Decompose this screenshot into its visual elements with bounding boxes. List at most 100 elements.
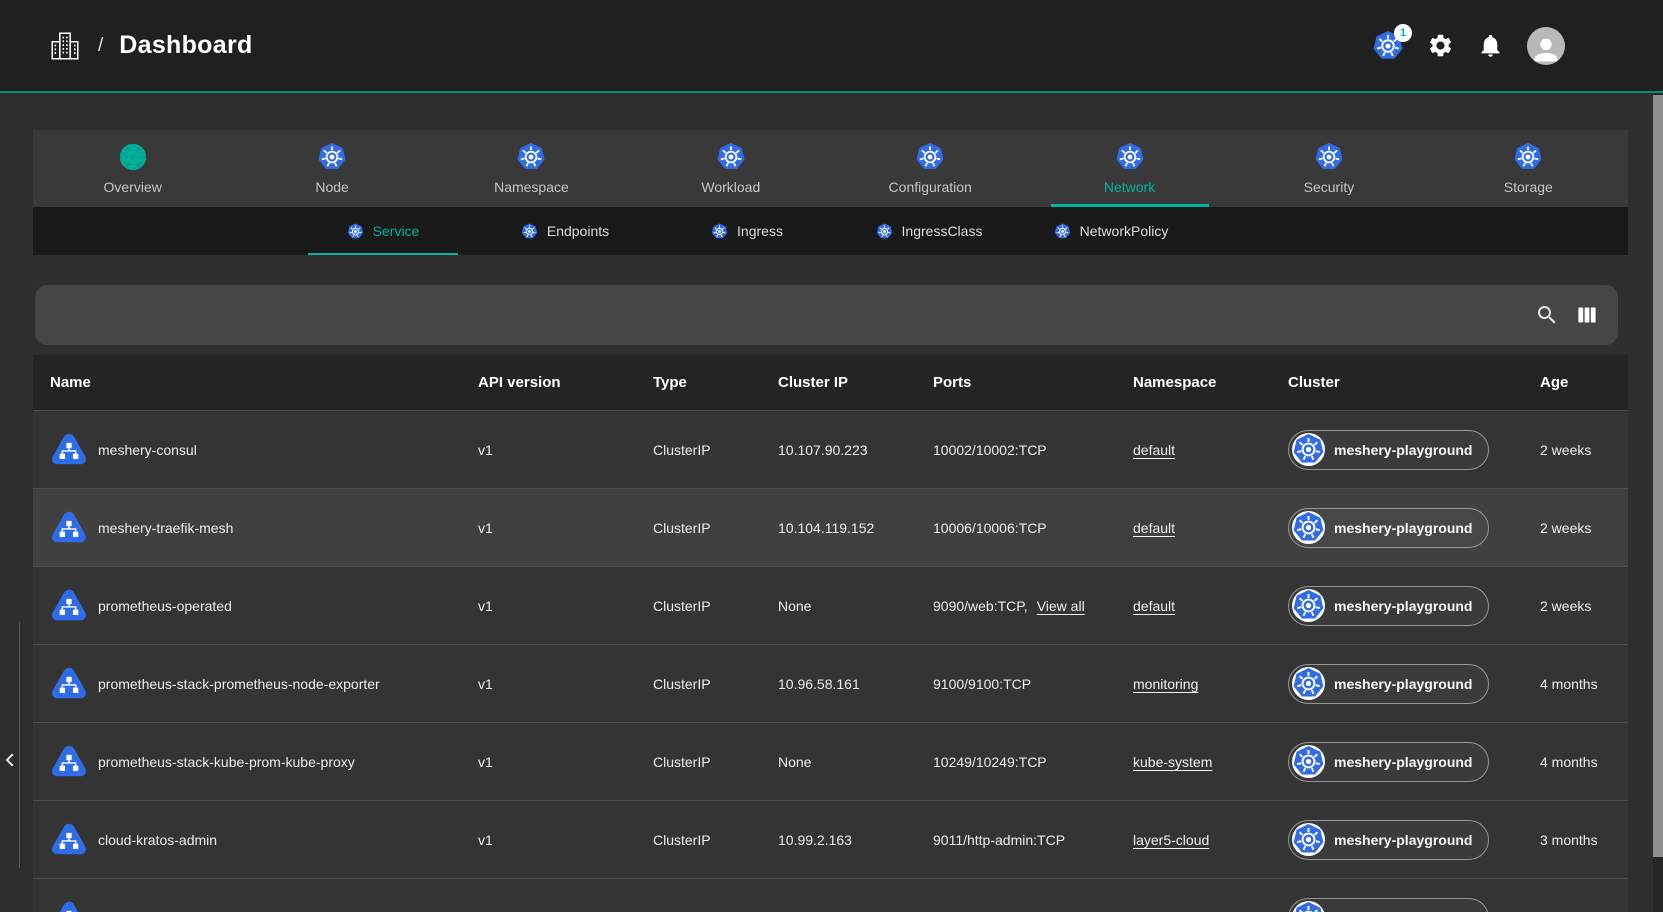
kubernetes-icon <box>1115 142 1145 172</box>
age-cell: 4 months <box>1540 676 1628 692</box>
resource-tab[interactable]: Namespace <box>432 130 631 207</box>
resource-tab-label: Security <box>1304 179 1355 195</box>
table-header-row: NameAPI versionTypeCluster IPPortsNamesp… <box>33 355 1628 410</box>
ports-value: 10006/10006:TCP <box>933 520 1047 536</box>
kubernetes-context-button[interactable]: 1 <box>1372 30 1404 62</box>
resource-tab[interactable]: Configuration <box>831 130 1030 207</box>
column-header-ports[interactable]: Ports <box>933 374 1133 391</box>
sub-tab[interactable]: Service <box>292 207 474 255</box>
organization-building-icon[interactable] <box>48 29 82 63</box>
service-name: prometheus-stack-prometheus-node-exporte… <box>98 676 380 692</box>
service-icon <box>50 665 88 703</box>
resource-tab-icon <box>1513 142 1543 172</box>
table-body: meshery-consul v1 ClusterIP 10.107.90.22… <box>33 410 1628 912</box>
api-version-cell: v1 <box>478 520 653 536</box>
search-icon[interactable] <box>1535 303 1559 327</box>
cluster-chip-label: meshery-playground <box>1334 754 1472 770</box>
kubernetes-icon <box>1054 223 1071 240</box>
cluster-ip-cell: 10.99.2.163 <box>778 832 933 848</box>
age-cell: 3 months <box>1540 832 1628 848</box>
namespace-cell: default <box>1133 442 1288 458</box>
table-row[interactable]: cloud-kratos-admin v1 ClusterIP 10.99.2.… <box>33 800 1628 878</box>
page-title: Dashboard <box>119 31 252 60</box>
sub-tab[interactable]: NetworkPolicy <box>1020 207 1202 255</box>
resource-tab[interactable]: Network <box>1030 130 1229 207</box>
user-avatar[interactable] <box>1527 27 1565 65</box>
cluster-chip[interactable]: meshery-playground <box>1288 820 1489 860</box>
namespace-link[interactable]: layer5-cloud <box>1133 832 1209 848</box>
namespace-link[interactable]: default <box>1133 598 1175 614</box>
column-header-namespace[interactable]: Namespace <box>1133 374 1288 391</box>
age-cell: 4 months <box>1540 754 1628 770</box>
sub-tabs: Service Endpoints Ingress IngressClass N… <box>33 207 1628 255</box>
resource-tab-icon <box>1314 142 1344 172</box>
table-row[interactable]: meshery meshery-playground <box>33 878 1628 912</box>
column-header-age[interactable]: Age <box>1540 374 1628 391</box>
header-accent-divider <box>0 91 1663 93</box>
ports-value: 9011/http-admin:TCP <box>933 832 1065 848</box>
cluster-chip[interactable]: meshery-playground <box>1288 508 1489 548</box>
table-row[interactable]: prometheus-stack-kube-prom-kube-proxy v1… <box>33 722 1628 800</box>
sub-tab-label: NetworkPolicy <box>1080 223 1169 239</box>
sub-tab[interactable]: IngressClass <box>838 207 1020 255</box>
view-all-ports-link[interactable]: View all <box>1037 598 1085 614</box>
column-header-name[interactable]: Name <box>33 374 478 391</box>
table-row[interactable]: meshery-traefik-mesh v1 ClusterIP 10.104… <box>33 488 1628 566</box>
namespace-link[interactable]: kube-system <box>1133 754 1212 770</box>
resource-tab[interactable]: Security <box>1229 130 1428 207</box>
namespace-link[interactable]: default <box>1133 520 1175 536</box>
resource-tab[interactable]: Storage <box>1429 130 1628 207</box>
table-row[interactable]: prometheus-stack-prometheus-node-exporte… <box>33 644 1628 722</box>
cluster-cell: meshery-playground <box>1288 898 1540 912</box>
sub-tab[interactable]: Ingress <box>656 207 838 255</box>
cluster-chip[interactable]: meshery-playground <box>1288 898 1489 912</box>
sub-tab-label: Service <box>373 223 420 239</box>
column-header-cluster[interactable]: Cluster <box>1288 374 1540 391</box>
service-name: prometheus-operated <box>98 598 232 614</box>
cluster-cell: meshery-playground <box>1288 430 1540 470</box>
breadcrumb: / Dashboard <box>48 0 253 91</box>
column-header-api-version[interactable]: API version <box>478 374 653 391</box>
age-cell: 2 weeks <box>1540 598 1628 614</box>
ports-value: 9100/9100:TCP <box>933 676 1031 692</box>
resource-tab[interactable]: Node <box>232 130 431 207</box>
cluster-chip-label: meshery-playground <box>1334 520 1472 536</box>
api-version-cell: v1 <box>478 754 653 770</box>
name-cell: cloud-kratos-admin <box>33 821 478 859</box>
notifications-bell-icon[interactable] <box>1477 32 1504 59</box>
cluster-cell: meshery-playground <box>1288 664 1540 704</box>
namespace-link[interactable]: monitoring <box>1133 676 1198 692</box>
sub-tab[interactable]: Endpoints <box>474 207 656 255</box>
kubernetes-icon <box>1314 142 1344 172</box>
cluster-ip-cell: None <box>778 598 933 614</box>
column-header-type[interactable]: Type <box>653 374 778 391</box>
column-header-cluster-ip[interactable]: Cluster IP <box>778 374 933 391</box>
sub-tab-selected-indicator <box>1036 253 1186 256</box>
namespace-link[interactable]: default <box>1133 442 1175 458</box>
sidebar-collapse-chevron-icon[interactable] <box>1 746 19 774</box>
cluster-chip[interactable]: meshery-playground <box>1288 742 1489 782</box>
view-columns-icon[interactable] <box>1575 303 1599 327</box>
cluster-chip[interactable]: meshery-playground <box>1288 664 1489 704</box>
kubernetes-icon <box>1292 589 1325 622</box>
cluster-chip[interactable]: meshery-playground <box>1288 430 1489 470</box>
cluster-chip[interactable]: meshery-playground <box>1288 586 1489 626</box>
kubernetes-icon <box>521 223 538 240</box>
table-row[interactable]: prometheus-operated v1 ClusterIP None 90… <box>33 566 1628 644</box>
table-row[interactable]: meshery-consul v1 ClusterIP 10.107.90.22… <box>33 410 1628 488</box>
table-toolbar <box>35 285 1618 345</box>
page-scrollbar-thumb[interactable] <box>1653 95 1663 857</box>
resource-tab[interactable]: Overview <box>33 130 232 207</box>
name-cell: prometheus-stack-kube-prom-kube-proxy <box>33 743 478 781</box>
resource-tab-icon <box>516 142 546 172</box>
ports-cell: 9011/http-admin:TCP <box>933 832 1133 848</box>
namespace-cell: kube-system <box>1133 754 1288 770</box>
sub-tab-selected-indicator <box>854 253 1004 256</box>
cluster-cell: meshery-playground <box>1288 508 1540 548</box>
settings-gear-icon[interactable] <box>1427 32 1454 59</box>
cluster-ip-cell: 10.104.119.152 <box>778 520 933 536</box>
resource-tab[interactable]: Workload <box>631 130 830 207</box>
resource-tab-label: Workload <box>701 179 760 195</box>
kubernetes-icon <box>1292 667 1325 700</box>
ports-value: 9090/web:TCP, <box>933 598 1028 614</box>
